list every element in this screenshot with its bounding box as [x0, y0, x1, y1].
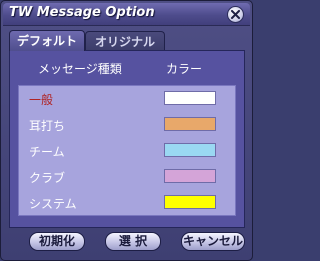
message-type-label: 一般: [29, 93, 54, 107]
color-swatch[interactable]: [164, 195, 216, 209]
message-type-header: メッセージ種類: [38, 62, 122, 76]
color-swatch[interactable]: [164, 117, 216, 131]
message-type-label: 耳打ち: [29, 119, 66, 133]
message-type-label: システム: [29, 197, 77, 211]
list-item-whisper[interactable]: 耳打ち: [19, 112, 235, 138]
tab-panel: メッセージ種類 カラー 一般 耳打ち チーム クラブ システム: [9, 50, 245, 228]
select-button[interactable]: 選 択: [105, 232, 161, 251]
message-type-list: 一般 耳打ち チーム クラブ システム: [18, 85, 236, 216]
title-bar[interactable]: TW Message Option: [3, 3, 250, 26]
message-type-label: チーム: [29, 145, 65, 159]
color-swatch[interactable]: [164, 143, 216, 157]
initialize-button[interactable]: 初期化: [29, 232, 85, 251]
list-item-general[interactable]: 一般: [19, 86, 235, 112]
list-item-club[interactable]: クラブ: [19, 164, 235, 190]
tab-default[interactable]: デフォルト: [9, 30, 85, 51]
message-type-label: クラブ: [29, 171, 66, 185]
list-item-team[interactable]: チーム: [19, 138, 235, 164]
color-header: カラー: [166, 62, 203, 76]
close-button[interactable]: [227, 6, 244, 23]
cancel-button[interactable]: キャンセル: [181, 232, 245, 251]
close-icon: [231, 10, 240, 19]
message-option-window: TW Message Option デフォルト オリジナル メッセージ種類 カラ…: [0, 0, 253, 261]
window-title: TW Message Option: [9, 5, 155, 20]
tab-original[interactable]: オリジナル: [85, 31, 165, 51]
color-swatch[interactable]: [164, 91, 216, 105]
list-item-system[interactable]: システム: [19, 190, 235, 216]
color-swatch[interactable]: [164, 169, 216, 183]
